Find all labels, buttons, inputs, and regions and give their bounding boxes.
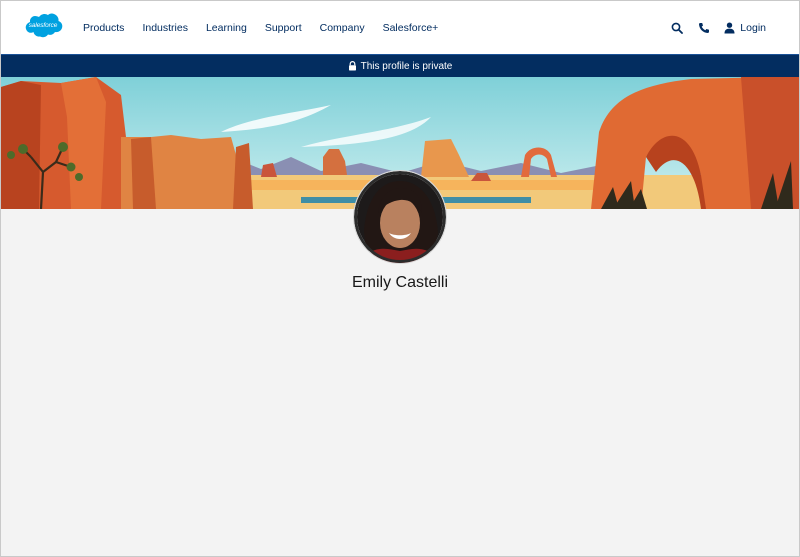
nav-products[interactable]: Products bbox=[83, 22, 124, 34]
nav-learning[interactable]: Learning bbox=[206, 22, 247, 34]
nav-company[interactable]: Company bbox=[320, 22, 365, 34]
private-profile-banner: This profile is private bbox=[1, 54, 799, 77]
salesforce-logo[interactable]: salesforce bbox=[23, 13, 63, 41]
logo-text: salesforce bbox=[28, 22, 58, 29]
profile-name: Emily Castelli bbox=[351, 274, 448, 291]
nav-utility: Login bbox=[657, 1, 766, 54]
phone-icon bbox=[699, 22, 710, 33]
lock-icon bbox=[348, 61, 356, 71]
private-profile-text: This profile is private bbox=[360, 60, 453, 72]
nav-industries[interactable]: Industries bbox=[142, 22, 188, 34]
login-label: Login bbox=[740, 21, 766, 34]
profile-avatar bbox=[354, 171, 446, 263]
phone-button[interactable] bbox=[697, 21, 711, 35]
nav-support[interactable]: Support bbox=[265, 22, 302, 34]
avatar-photo-icon bbox=[354, 171, 446, 263]
top-navigation: salesforce Products Industries Learning … bbox=[1, 1, 799, 54]
nav-salesforce-plus[interactable]: Salesforce+ bbox=[383, 22, 439, 34]
main-nav: Products Industries Learning Support Com… bbox=[83, 1, 456, 54]
login-button[interactable]: Login bbox=[724, 22, 766, 34]
search-button[interactable] bbox=[670, 21, 684, 35]
user-icon bbox=[724, 22, 735, 33]
search-icon bbox=[671, 22, 684, 34]
